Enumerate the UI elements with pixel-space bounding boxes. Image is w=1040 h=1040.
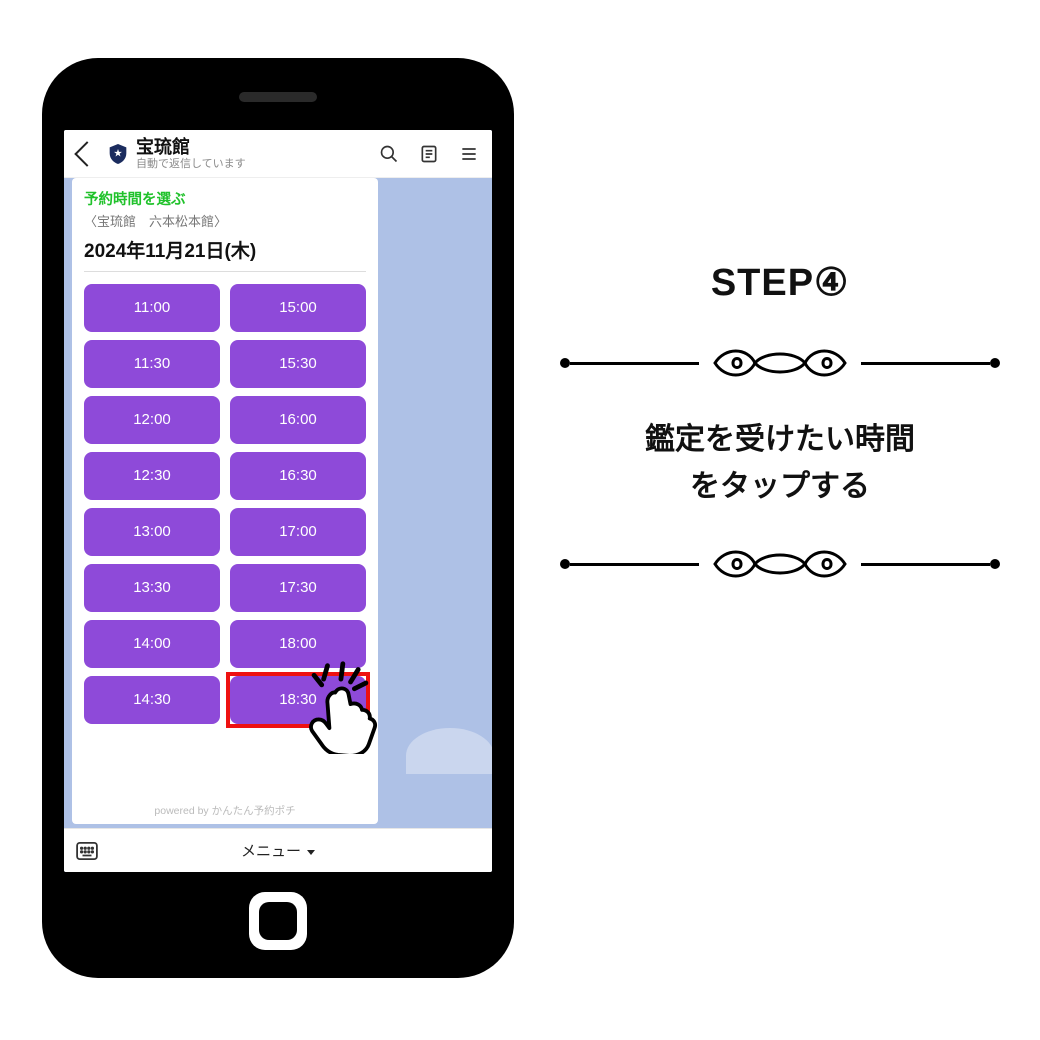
- time-slot-button[interactable]: 16:30: [230, 452, 366, 500]
- time-slot-button[interactable]: 13:30: [84, 564, 220, 612]
- time-slot-button[interactable]: 13:00: [84, 508, 220, 556]
- divider: [84, 271, 366, 272]
- back-icon[interactable]: [74, 142, 99, 167]
- shield-icon: [108, 143, 128, 165]
- time-slot-button[interactable]: 18:30: [230, 676, 366, 724]
- time-slot-button[interactable]: 18:00: [230, 620, 366, 668]
- chat-body: 予約時間を選ぶ 〈宝琉館 六本松本館〉 2024年11月21日(木) 11:00…: [64, 178, 492, 828]
- menu-button[interactable]: メニュー: [241, 840, 315, 861]
- reservation-card: 予約時間を選ぶ 〈宝琉館 六本松本館〉 2024年11月21日(木) 11:00…: [72, 178, 378, 824]
- chat-footer: メニュー: [64, 828, 492, 872]
- chat-header: 宝琉館 自動で返信しています: [64, 130, 492, 178]
- home-button[interactable]: [249, 892, 307, 950]
- time-slot-button[interactable]: 17:00: [230, 508, 366, 556]
- time-slot-button[interactable]: 11:30: [84, 340, 220, 388]
- instruction-panel: STEP④ 鑑定を受けたい時間 をタップする: [560, 260, 1000, 598]
- chat-title: 宝琉館: [136, 138, 360, 158]
- instruction-text: 鑑定を受けたい時間 をタップする: [560, 417, 1000, 510]
- card-date: 2024年11月21日(木): [84, 236, 366, 263]
- ornament-bottom: [560, 544, 1000, 584]
- time-slot-button[interactable]: 12:00: [84, 396, 220, 444]
- time-slot-button[interactable]: 12:30: [84, 452, 220, 500]
- instruction-line2: をタップする: [690, 470, 870, 503]
- phone-screen: 宝琉館 自動で返信しています: [64, 130, 492, 872]
- powered-by: powered by かんたん予約ポチ: [84, 797, 366, 818]
- time-slot-button[interactable]: 11:00: [84, 284, 220, 332]
- chat-subtitle: 自動で返信しています: [136, 158, 360, 171]
- time-slot-button[interactable]: 14:30: [84, 676, 220, 724]
- instruction-line1: 鑑定を受けたい時間: [645, 423, 915, 456]
- time-slot-button[interactable]: 16:00: [230, 396, 366, 444]
- card-heading: 予約時間を選ぶ: [84, 188, 366, 209]
- time-grid: 11:0015:0011:3015:3012:0016:0012:3016:30…: [84, 284, 366, 797]
- time-slot-button[interactable]: 15:00: [230, 284, 366, 332]
- keyboard-icon[interactable]: [76, 842, 98, 860]
- time-slot-button[interactable]: 17:30: [230, 564, 366, 612]
- menu-icon[interactable]: [458, 143, 480, 165]
- time-slot-button[interactable]: 15:30: [230, 340, 366, 388]
- time-slot-button[interactable]: 14:00: [84, 620, 220, 668]
- step-label: STEP④: [560, 260, 1000, 305]
- phone-frame: 宝琉館 自動で返信しています: [42, 58, 514, 978]
- ornament-top: [560, 343, 1000, 383]
- card-location: 〈宝琉館 六本松本館〉: [84, 211, 366, 230]
- phone-speaker: [239, 92, 317, 102]
- background-cloud: [406, 728, 492, 774]
- note-icon[interactable]: [418, 143, 440, 165]
- search-icon[interactable]: [378, 143, 400, 165]
